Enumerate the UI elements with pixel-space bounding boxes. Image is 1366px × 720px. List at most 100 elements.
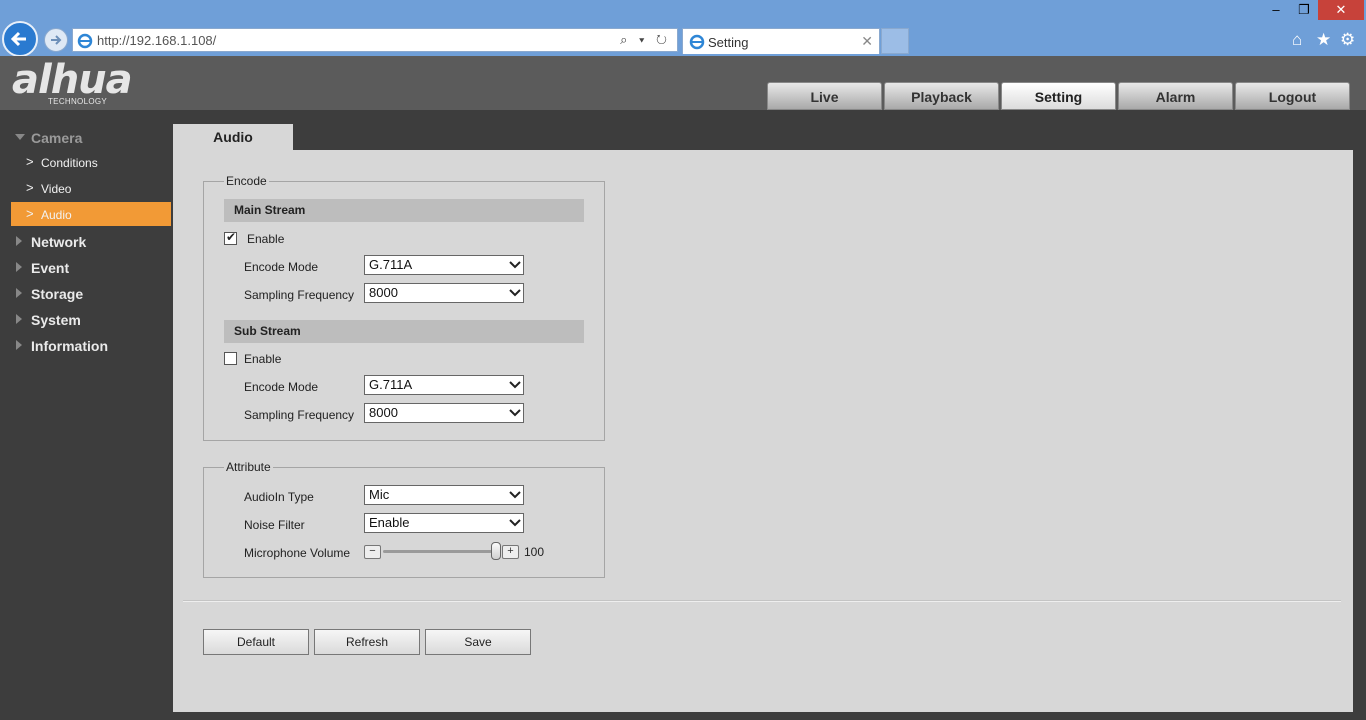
back-button[interactable] xyxy=(2,21,38,57)
tab-setting[interactable]: Setting xyxy=(1001,82,1116,110)
caret-right-icon xyxy=(16,314,22,324)
select-value: G.711A xyxy=(369,257,413,272)
sidebar-item-label: System xyxy=(31,312,81,328)
tab-live[interactable]: Live xyxy=(767,82,882,110)
sidebar-item-conditions[interactable]: > Conditions xyxy=(11,150,171,174)
tab-playback[interactable]: Playback xyxy=(884,82,999,110)
logo: alhua TECHNOLOGY xyxy=(12,57,133,106)
chevron-down-icon xyxy=(509,491,521,499)
mic-volume-label: Microphone Volume xyxy=(244,546,351,560)
app-header: alhua TECHNOLOGY Live Playback Setting A… xyxy=(0,56,1366,110)
volume-decrease-button[interactable]: − xyxy=(364,545,381,559)
chevron-down-icon xyxy=(509,261,521,269)
url-text: http://192.168.1.108/ xyxy=(97,33,217,48)
main-stream-header: Main Stream xyxy=(224,199,584,222)
chevron-down-icon xyxy=(509,381,521,389)
sidebar-item-label: Video xyxy=(41,182,72,196)
sidebar-item-label: Storage xyxy=(31,286,84,302)
sidebar-item-video[interactable]: > Video xyxy=(11,176,171,200)
sidebar-item-event[interactable]: Event xyxy=(0,255,173,279)
main-sampling-label: Sampling Frequency xyxy=(244,288,355,302)
sub-stream-enable-label: Enable xyxy=(244,352,282,366)
attribute-legend: Attribute xyxy=(226,460,271,474)
save-button[interactable]: Save xyxy=(425,629,531,655)
logo-subtitle: TECHNOLOGY xyxy=(48,97,108,106)
sidebar-item-label: Camera xyxy=(31,130,83,146)
volume-slider-handle[interactable] xyxy=(491,542,501,560)
sidebar-item-network[interactable]: Network xyxy=(0,229,173,253)
select-value: Enable xyxy=(369,515,410,530)
select-value: Mic xyxy=(369,487,390,502)
close-window-icon[interactable]: ✕ xyxy=(1318,0,1364,20)
caret-right-icon xyxy=(16,262,22,272)
address-bar[interactable]: http://192.168.1.108/ ⌕ ▾ ↻ xyxy=(72,28,678,52)
caret-right-icon xyxy=(16,236,22,246)
main-stream-enable-label: Enable xyxy=(247,232,285,246)
browser-tab[interactable]: Setting ✕ xyxy=(682,28,880,54)
ie-icon xyxy=(77,33,93,49)
sub-encode-mode-label: Encode Mode xyxy=(244,380,319,394)
tab-alarm[interactable]: Alarm xyxy=(1118,82,1233,110)
default-button[interactable]: Default xyxy=(203,629,309,655)
minimize-icon[interactable]: – xyxy=(1262,0,1290,20)
address-tools-icon[interactable]: ⌕ ▾ ↻ xyxy=(620,32,671,48)
browser-tab-title: Setting xyxy=(708,35,749,50)
sidebar-item-label: Network xyxy=(31,234,87,250)
restore-icon[interactable]: ❐ xyxy=(1290,0,1318,20)
refresh-button[interactable]: Refresh xyxy=(314,629,420,655)
sub-encode-mode-select[interactable]: G.711A xyxy=(364,375,524,395)
volume-slider-track[interactable] xyxy=(383,550,501,553)
main-encode-mode-label: Encode Mode xyxy=(244,260,319,274)
main-stream-enable-checkbox[interactable]: ✔ xyxy=(224,230,237,245)
favorites-icon[interactable]: ★ xyxy=(1316,30,1331,50)
select-value: 8000 xyxy=(369,285,398,300)
chevron-down-icon xyxy=(509,289,521,297)
forward-button[interactable] xyxy=(44,28,68,52)
browser-toolbar: http://192.168.1.108/ ⌕ ▾ ↻ Setting ✕ – … xyxy=(0,0,1366,57)
arrow-left-icon xyxy=(10,31,26,47)
sidebar-item-system[interactable]: System xyxy=(0,307,173,331)
sidebar-item-audio[interactable]: > Audio xyxy=(11,202,171,226)
close-tab-icon[interactable]: ✕ xyxy=(861,33,873,50)
sidebar-item-information[interactable]: Information xyxy=(0,333,173,357)
noise-filter-label: Noise Filter xyxy=(244,518,305,532)
content-panel: Audio Encode Main Stream ✔ Enable Encode… xyxy=(173,124,1353,712)
audioin-type-select[interactable]: Mic xyxy=(364,485,524,505)
ie-icon xyxy=(689,34,705,50)
chevron-right-icon: > xyxy=(26,154,34,169)
tab-audio[interactable]: Audio xyxy=(173,124,293,150)
caret-right-icon xyxy=(16,340,22,350)
main-sampling-select[interactable]: 8000 xyxy=(364,283,524,303)
sub-sampling-label: Sampling Frequency xyxy=(244,408,355,422)
encode-legend: Encode xyxy=(226,174,267,188)
content-tab-bar: Audio xyxy=(173,124,1353,150)
sidebar: Camera > Conditions > Video > Audio Netw… xyxy=(0,110,173,720)
select-value: G.711A xyxy=(369,377,413,392)
volume-increase-button[interactable]: + xyxy=(502,545,519,559)
checkmark-icon: ✔ xyxy=(226,230,237,244)
home-icon[interactable]: ⌂ xyxy=(1292,30,1302,50)
gear-icon[interactable]: ⚙ xyxy=(1340,30,1355,50)
select-value: 8000 xyxy=(369,405,398,420)
sub-sampling-select[interactable]: 8000 xyxy=(364,403,524,423)
sub-stream-enable-checkbox[interactable] xyxy=(224,352,237,365)
new-tab-button[interactable] xyxy=(881,28,909,54)
sidebar-item-label: Information xyxy=(31,338,108,354)
chevron-right-icon: > xyxy=(26,206,34,221)
sub-stream-header: Sub Stream xyxy=(224,320,584,343)
arrow-right-icon xyxy=(51,35,62,45)
audioin-type-label: AudioIn Type xyxy=(244,490,314,504)
sidebar-item-camera[interactable]: Camera xyxy=(0,125,173,149)
sidebar-item-label: Conditions xyxy=(41,156,98,170)
caret-down-icon xyxy=(15,134,25,140)
logo-wordmark: alhua xyxy=(12,57,133,103)
tab-logout[interactable]: Logout xyxy=(1235,82,1350,110)
main-encode-mode-select[interactable]: G.711A xyxy=(364,255,524,275)
noise-filter-select[interactable]: Enable xyxy=(364,513,524,533)
chevron-down-icon xyxy=(509,409,521,417)
divider xyxy=(183,600,1341,602)
caret-right-icon xyxy=(16,288,22,298)
sidebar-item-label: Event xyxy=(31,260,70,276)
sidebar-item-label: Audio xyxy=(41,208,72,222)
sidebar-item-storage[interactable]: Storage xyxy=(0,281,173,305)
